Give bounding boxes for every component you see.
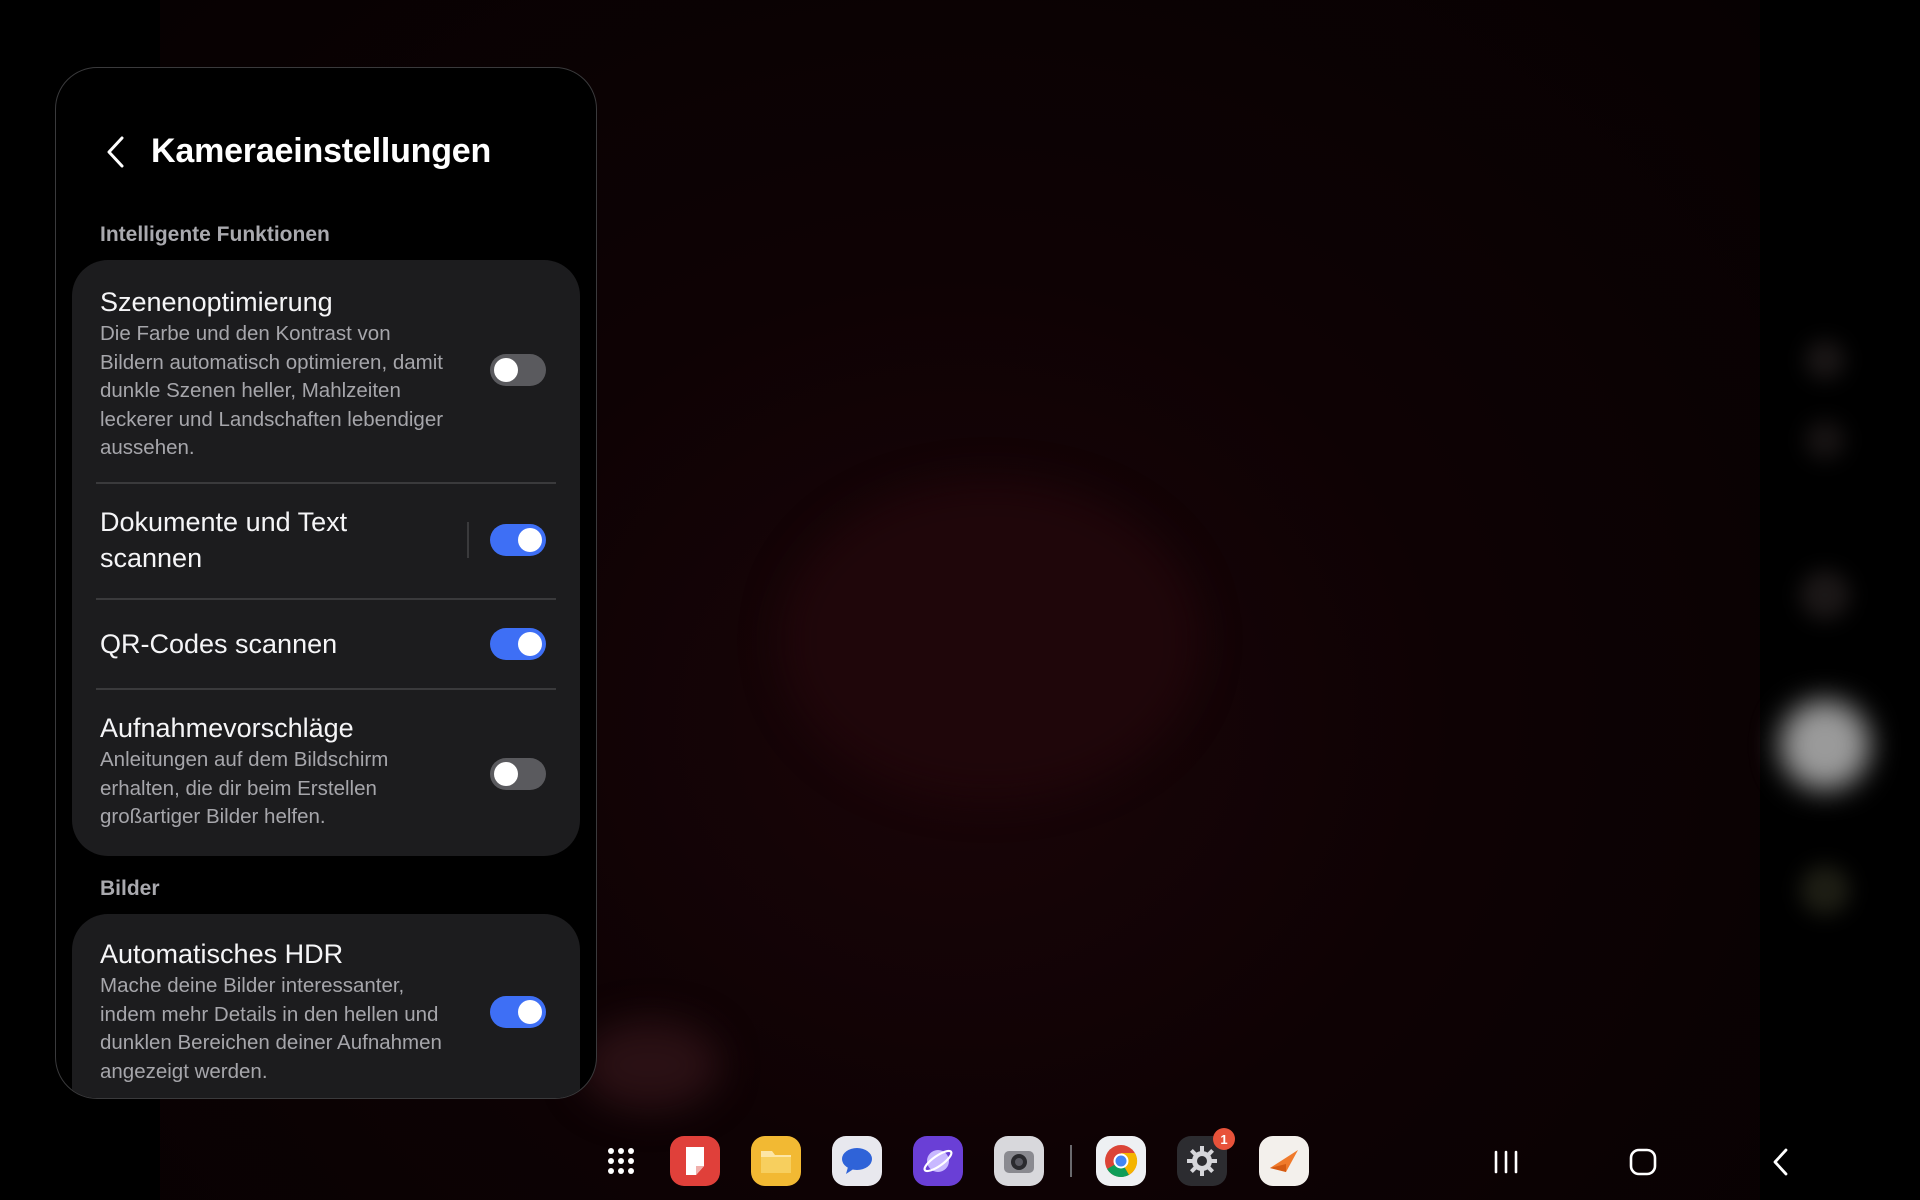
settings-header: Kameraeinstellungen [56, 68, 596, 228]
recents-button[interactable] [1484, 1140, 1528, 1184]
home-button[interactable] [1621, 1140, 1665, 1184]
messages-icon[interactable] [832, 1136, 882, 1186]
my-files-icon[interactable] [751, 1136, 801, 1186]
back-icon [1773, 1148, 1788, 1176]
setting-title: Dokumente und Text scannen [100, 507, 348, 573]
home-icon [1629, 1148, 1657, 1176]
setting-row-shot-suggestions[interactable]: Aufnahmevorschläge Anleitungen auf dem B… [72, 690, 580, 856]
camera-setting-icon[interactable] [1805, 420, 1845, 460]
setting-title: Automatisches HDR [100, 939, 344, 969]
scan-qr-codes-toggle[interactable] [490, 628, 546, 660]
camera-switch-icon[interactable] [1800, 570, 1850, 620]
settings-icon[interactable]: 1 [1177, 1128, 1235, 1186]
settings-group-pictures: Automatisches HDR Mache deine Bilder int… [72, 914, 580, 1098]
back-arrow-button[interactable] [94, 130, 138, 174]
shutter-button[interactable] [1780, 700, 1870, 790]
notification-badge: 1 [1213, 1128, 1235, 1150]
auto-hdr-toggle[interactable] [490, 996, 546, 1028]
app-drawer-icon[interactable] [596, 1136, 646, 1186]
setting-description: Mache deine Bilder interessanter, indem … [100, 974, 442, 1083]
camera-setting-icon[interactable] [1805, 340, 1845, 380]
setting-row-scan-documents[interactable]: Dokumente und Text scannen [72, 484, 580, 598]
recents-icon [1494, 1150, 1518, 1174]
camera-settings-panel: Kameraeinstellungen Intelligente Funktio… [55, 67, 597, 1099]
setting-description: Anleitungen auf dem Bildschirm erhalten,… [100, 748, 389, 828]
camera-icon[interactable] [994, 1136, 1044, 1186]
page-title: Kameraeinstellungen [151, 132, 492, 170]
setting-row-auto-hdr[interactable]: Automatisches HDR Mache deine Bilder int… [72, 914, 580, 1098]
section-label-intelligent-features: Intelligente Funktionen [100, 223, 330, 246]
camera-side-controls [1780, 330, 1870, 930]
swiftkey-app-icon[interactable] [1259, 1136, 1309, 1186]
setting-description: Die Farbe und den Kontrast von Bildern a… [100, 322, 444, 459]
section-label-pictures: Bilder [100, 877, 160, 900]
scene-optimizer-toggle[interactable] [490, 354, 546, 386]
setting-row-scene-optimizer[interactable]: Szenenoptimierung Die Farbe und den Kont… [72, 260, 580, 482]
shot-suggestions-toggle[interactable] [490, 758, 546, 790]
gallery-thumbnail-icon[interactable] [1800, 865, 1850, 915]
back-button[interactable] [1759, 1140, 1803, 1184]
setting-title: Aufnahmevorschläge [100, 713, 354, 743]
setting-title: Szenenoptimierung [100, 287, 333, 317]
chrome-icon[interactable] [1096, 1136, 1146, 1186]
notes-app-icon[interactable] [670, 1136, 720, 1186]
viewfinder-blur [580, 1020, 720, 1110]
setting-title: QR-Codes scannen [100, 629, 338, 659]
viewfinder-blur [780, 480, 1200, 800]
dock-separator [1070, 1145, 1072, 1177]
screen: Kameraeinstellungen Intelligente Funktio… [0, 0, 1920, 1200]
settings-group-intelligent-features: Szenenoptimierung Die Farbe und den Kont… [72, 260, 580, 856]
chevron-left-icon [107, 136, 124, 168]
scan-documents-toggle[interactable] [490, 524, 546, 556]
internet-browser-icon[interactable] [913, 1136, 963, 1186]
divider [467, 522, 469, 558]
setting-row-scan-qr-codes[interactable]: QR-Codes scannen [72, 600, 580, 688]
